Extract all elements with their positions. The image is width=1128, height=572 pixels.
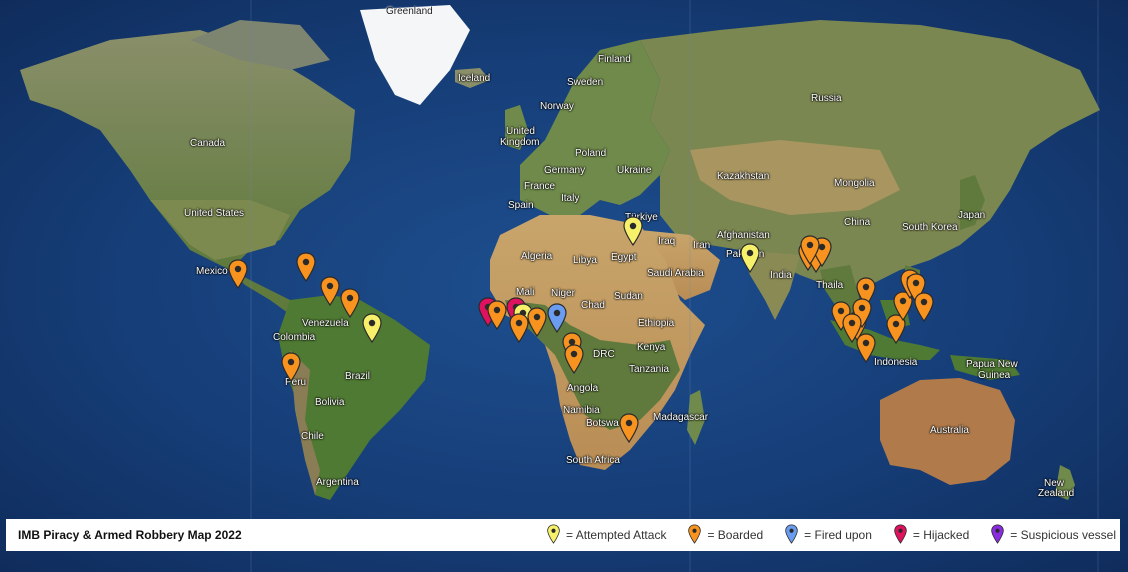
label-india: India (770, 270, 792, 281)
label-mexico: Mexico (196, 266, 228, 277)
label-uk-line1: United (506, 126, 535, 137)
label-algeria: Algeria (521, 251, 553, 262)
label-afghanistan: Afghanistan (717, 230, 770, 241)
label-poland: Poland (575, 148, 607, 159)
label-bolivia: Bolivia (315, 397, 345, 408)
label-namibia: Namibia (563, 405, 600, 416)
yellow-pin-icon (547, 524, 566, 547)
incident-pin-boarded[interactable] (619, 413, 639, 443)
legend-item: = Attempted Attack (547, 524, 666, 547)
label-new-zealand-line2: Zealand (1038, 488, 1075, 499)
label-russia: Russia (811, 93, 842, 104)
incident-pin-fired-upon[interactable] (547, 303, 567, 333)
label-uk-line2: Kingdom (500, 137, 540, 148)
label-iran: Iran (693, 240, 711, 251)
legend-item-label: = Hijacked (912, 528, 970, 542)
label-canada: Canada (190, 138, 226, 149)
label-brazil: Brazil (345, 371, 371, 382)
label-thailand: Thaila (816, 280, 844, 291)
label-norway: Norway (540, 101, 574, 112)
label-sudan: Sudan (614, 291, 643, 302)
legend-item: = Hijacked (894, 524, 969, 547)
label-papua-new-guinea-line2: Guinea (978, 370, 1011, 381)
incident-pin-boarded[interactable] (487, 300, 507, 330)
label-spain: Spain (508, 200, 534, 211)
label-kenya: Kenya (637, 342, 666, 353)
map-legend: IMB Piracy & Armed Robbery Map 2022 = At… (6, 519, 1120, 551)
label-south-korea: South Korea (902, 222, 958, 233)
legend-item: = Suspicious vessel (991, 524, 1116, 547)
label-united-states: United States (184, 208, 245, 219)
label-papua-new-guinea-line1: Papua New (966, 359, 1018, 370)
incident-pin-boarded[interactable] (527, 307, 547, 337)
label-colombia: Colombia (273, 332, 316, 343)
purple-pin-icon (991, 524, 1010, 547)
label-argentina: Argentina (316, 477, 359, 488)
legend-item-label: = Boarded (707, 528, 764, 542)
incident-pin-boarded[interactable] (340, 288, 360, 318)
label-greenland: Greenland (386, 6, 433, 17)
label-mongolia: Mongolia (834, 178, 875, 189)
incident-pin-attempted-attack[interactable] (740, 243, 760, 273)
legend-item-label: = Attempted Attack (566, 528, 667, 542)
incident-pin-attempted-attack[interactable] (362, 313, 382, 343)
label-iraq: Iraq (658, 236, 676, 247)
label-chad: Chad (581, 300, 605, 311)
label-ukraine: Ukraine (617, 165, 652, 176)
legend-item: = Fired upon (785, 524, 872, 547)
label-france: France (524, 181, 556, 192)
label-tanzania: Tanzania (629, 364, 670, 375)
legend-title: IMB Piracy & Armed Robbery Map 2022 (18, 528, 242, 542)
incident-pin-boarded[interactable] (564, 344, 584, 374)
legend-item: = Boarded (688, 524, 763, 547)
label-saudi-arabia: Saudi Arabia (647, 268, 704, 279)
legend-item-label: = Fired upon (804, 528, 872, 542)
label-egypt: Egypt (611, 252, 637, 263)
label-kazakhstan: Kazakhstan (717, 171, 770, 182)
label-ethiopia: Ethiopia (638, 318, 675, 329)
incident-pin-boarded[interactable] (914, 292, 934, 322)
incident-pin-attempted-attack[interactable] (623, 216, 643, 246)
red-pin-icon (894, 524, 913, 547)
label-drc: DRC (593, 349, 615, 360)
label-sweden: Sweden (567, 77, 604, 88)
label-botswana: Botswa (586, 418, 619, 429)
label-iceland: Iceland (458, 73, 491, 84)
label-germany: Germany (544, 165, 586, 176)
legend-item-label: = Suspicious vessel (1010, 528, 1116, 542)
label-angola: Angola (567, 383, 599, 394)
incident-pin-boarded[interactable] (509, 313, 529, 343)
label-australia: Australia (930, 425, 969, 436)
incident-pin-boarded[interactable] (800, 235, 820, 265)
label-niger: Niger (551, 288, 575, 299)
incident-pin-boarded[interactable] (842, 313, 862, 343)
incident-pin-boarded[interactable] (296, 252, 316, 282)
label-libya: Libya (573, 255, 597, 266)
incident-pin-boarded[interactable] (228, 259, 248, 289)
orange-pin-icon (688, 524, 707, 547)
label-madagascar: Madagascar (653, 412, 709, 423)
label-japan: Japan (958, 210, 986, 221)
incident-pin-boarded[interactable] (320, 276, 340, 306)
label-south-africa: South Africa (566, 455, 620, 466)
label-china: China (844, 217, 871, 228)
world-map[interactable]: Greenland Iceland Finland Sweden Norway … (0, 0, 1128, 572)
blue-pin-icon (785, 524, 804, 547)
label-venezuela: Venezuela (302, 318, 349, 329)
label-indonesia: Indonesia (874, 357, 918, 368)
label-finland: Finland (598, 54, 631, 65)
incident-pin-boarded[interactable] (281, 352, 301, 382)
label-italy: Italy (561, 193, 580, 204)
legend-items: = Attempted Attack = Boarded = Fired upon =… (525, 524, 1120, 547)
label-chile: Chile (301, 431, 324, 442)
map-landmasses (20, 0, 1100, 572)
